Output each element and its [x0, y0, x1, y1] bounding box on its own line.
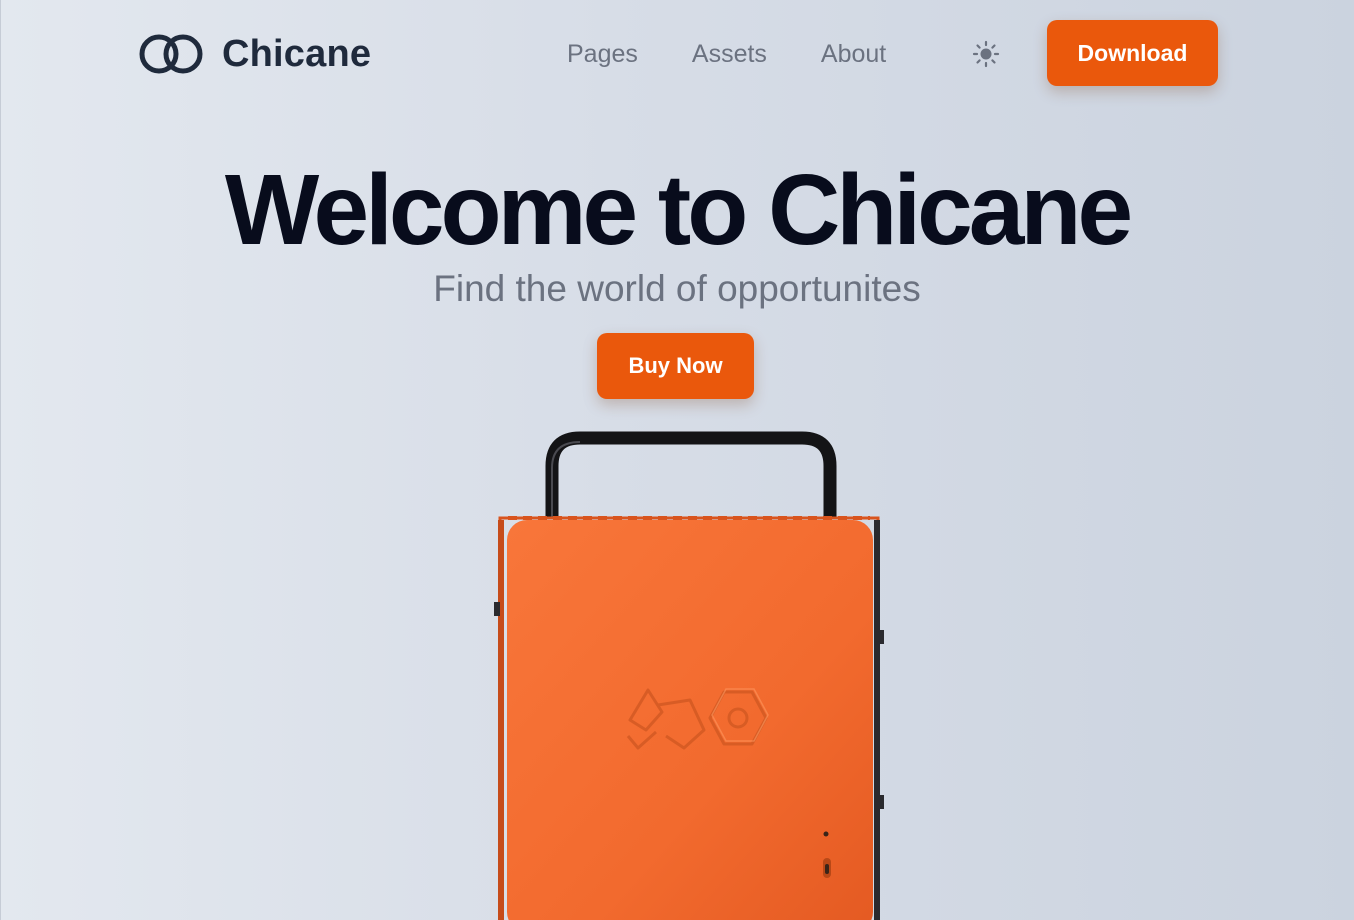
nav-link-assets[interactable]: Assets — [692, 36, 767, 72]
interlocking-rings-icon — [139, 34, 203, 74]
nav-link-pages[interactable]: Pages — [567, 36, 638, 72]
theme-toggle-button[interactable] — [968, 36, 1004, 72]
page-edge — [0, 0, 1, 920]
sun-icon — [972, 40, 1000, 68]
buy-now-button[interactable]: Buy Now — [597, 333, 754, 399]
site-header: Chicane Pages Assets About Download — [0, 0, 1354, 108]
hero-subtitle: Find the world of opportunites — [433, 268, 921, 309]
nav-link-about[interactable]: About — [821, 36, 886, 72]
download-button[interactable]: Download — [1047, 20, 1218, 86]
brand[interactable]: Chicane — [137, 30, 371, 78]
brand-name: Chicane — [222, 32, 372, 75]
hero-title: Welcome to Chicane — [224, 154, 1133, 266]
main-nav: Pages Assets About — [567, 36, 886, 72]
product-image — [494, 431, 884, 920]
